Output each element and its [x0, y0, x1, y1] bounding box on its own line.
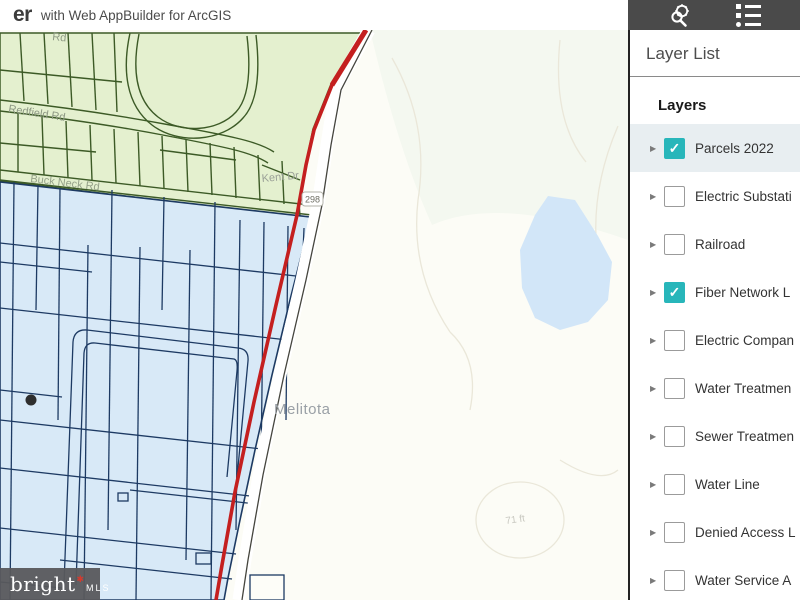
route-shield-label: 298 [305, 195, 320, 205]
layer-checkbox[interactable]: ✓ [664, 282, 685, 303]
expander-arrow-icon[interactable]: ▶ [650, 192, 662, 201]
route-shield-298: 298 [302, 192, 323, 206]
layers-section-title: Layers [658, 97, 800, 114]
app-header: er with Web AppBuilder for ArcGIS [0, 0, 628, 30]
layer-row[interactable]: ▶ ✓ Denied Access L [630, 508, 800, 556]
layer-checkbox[interactable]: ✓ [664, 570, 685, 591]
layer-checkbox[interactable]: ✓ [664, 234, 685, 255]
layer-list-icon[interactable] [734, 2, 762, 28]
place-label-melitota: Melitota [274, 401, 331, 418]
expander-arrow-icon[interactable]: ▶ [650, 240, 662, 249]
layer-label: Electric Substati [695, 189, 792, 204]
widget-toolbar [628, 0, 800, 30]
layer-label: Railroad [695, 237, 745, 252]
query-icon[interactable] [666, 2, 694, 28]
bottom-right-parcels [250, 575, 284, 600]
layer-row[interactable]: ▶ ✓ Water Service A [630, 556, 800, 600]
layer-label: Fiber Network L [695, 285, 790, 300]
expander-arrow-icon[interactable]: ▶ [650, 480, 662, 489]
layer-row[interactable]: ▶ ✓ Water Treatmen [630, 364, 800, 412]
layer-list: ▶ ✓ Parcels 2022 ▶ ✓ Electric Substati ▶… [630, 124, 800, 600]
expander-arrow-icon[interactable]: ▶ [650, 528, 662, 537]
layer-label: Water Service A [695, 573, 791, 588]
layer-label: Electric Compan [695, 333, 794, 348]
layer-row[interactable]: ▶ ✓ Sewer Treatmen [630, 412, 800, 460]
expander-arrow-icon[interactable]: ▶ [650, 384, 662, 393]
layer-label: Water Treatmen [695, 381, 791, 396]
layer-label: Sewer Treatmen [695, 429, 794, 444]
layer-checkbox[interactable]: ✓ [664, 138, 685, 159]
check-icon: ✓ [669, 141, 681, 155]
layer-checkbox[interactable]: ✓ [664, 522, 685, 543]
layer-checkbox[interactable]: ✓ [664, 186, 685, 207]
layer-checkbox[interactable]: ✓ [664, 330, 685, 351]
brand-suffix-text: MLS [86, 583, 111, 593]
layer-checkbox[interactable]: ✓ [664, 378, 685, 399]
point-feature [26, 395, 37, 406]
expander-arrow-icon[interactable]: ▶ [650, 144, 662, 153]
app-title-partial: er [13, 3, 32, 27]
layer-label: Water Line [695, 477, 760, 492]
expander-arrow-icon[interactable]: ▶ [650, 336, 662, 345]
layer-row[interactable]: ▶ ✓ Water Line [630, 460, 800, 508]
panel-title: Layer List [630, 30, 800, 77]
layer-row[interactable]: ▶ ✓ Parcels 2022 [630, 124, 800, 172]
brightmls-logo: bright ✱ MLS [0, 568, 100, 600]
layer-label: Denied Access L [695, 525, 796, 540]
map-canvas[interactable]: 298 Rd Redfield Rd Buck Neck Rd Kent Dr … [0, 30, 628, 600]
brand-text: bright [10, 572, 75, 596]
check-icon: ✓ [669, 285, 681, 299]
layer-label: Parcels 2022 [695, 141, 774, 156]
spark-icon: ✱ [76, 574, 84, 585]
layer-row[interactable]: ▶ ✓ Fiber Network L [630, 268, 800, 316]
layer-row[interactable]: ▶ ✓ Railroad [630, 220, 800, 268]
expander-arrow-icon[interactable]: ▶ [650, 288, 662, 297]
app-subtitle: with Web AppBuilder for ArcGIS [41, 8, 231, 23]
road-label-top: Rd [52, 31, 67, 44]
layer-list-panel: Layer List Layers ▶ ✓ Parcels 2022 ▶ ✓ E… [628, 30, 800, 600]
expander-arrow-icon[interactable]: ▶ [650, 432, 662, 441]
layer-row[interactable]: ▶ ✓ Electric Substati [630, 172, 800, 220]
layer-checkbox[interactable]: ✓ [664, 426, 685, 447]
expander-arrow-icon[interactable]: ▶ [650, 576, 662, 585]
layer-checkbox[interactable]: ✓ [664, 474, 685, 495]
layer-row[interactable]: ▶ ✓ Electric Compan [630, 316, 800, 364]
